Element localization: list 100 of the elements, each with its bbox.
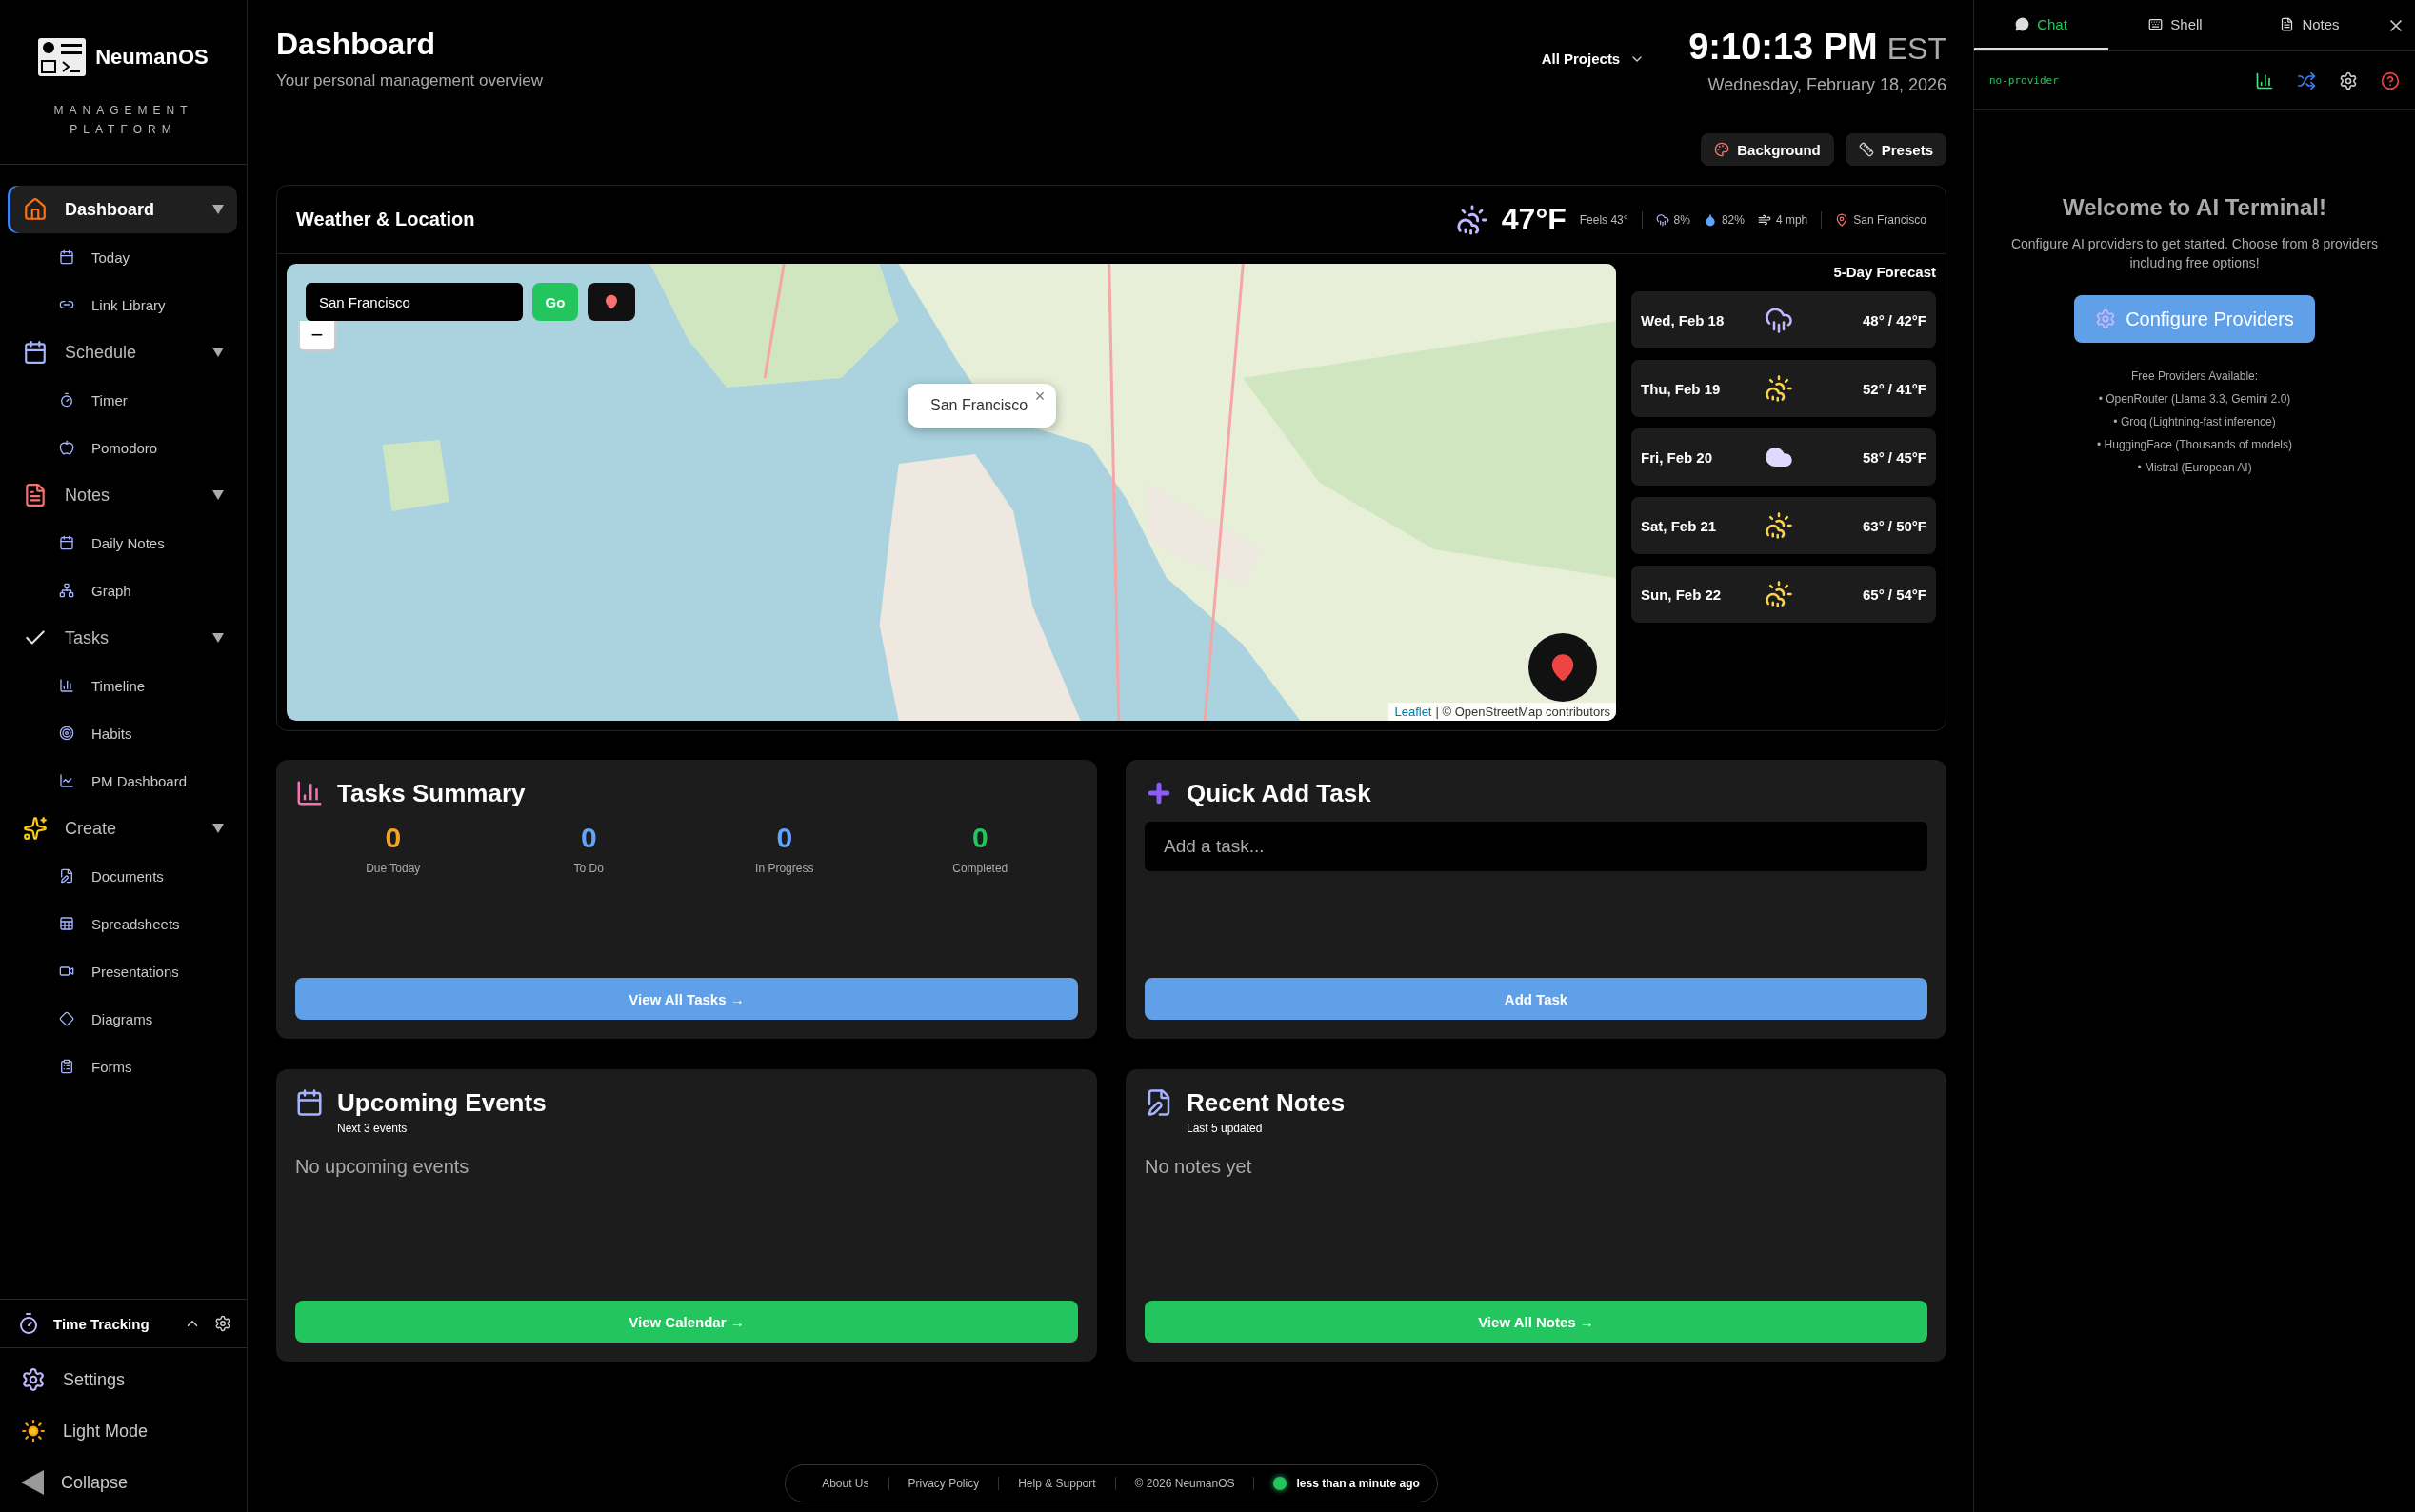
nav-subitem[interactable]: Documents bbox=[8, 852, 237, 900]
sun-rain-cloud-icon bbox=[1765, 374, 1793, 403]
feels-like: Feels 43° bbox=[1579, 212, 1628, 227]
forecast-title: 5-Day Forecast bbox=[1833, 264, 1936, 280]
sidebar-bottom-item[interactable]: Settings bbox=[0, 1354, 247, 1405]
document-icon bbox=[59, 868, 74, 884]
palette-icon bbox=[1714, 142, 1730, 157]
forecast-day: Sat, Feb 21 bbox=[1641, 517, 1765, 534]
nav-subitem[interactable]: Diagrams bbox=[8, 995, 237, 1043]
triangle-left-icon bbox=[21, 1470, 44, 1495]
location: San Francisco bbox=[1853, 212, 1926, 227]
calendar-icon bbox=[59, 249, 74, 265]
brand-subtitle: MANAGEMENT PLATFORM bbox=[52, 103, 194, 138]
stat-label: In Progress bbox=[755, 862, 814, 875]
background-button[interactable]: Background bbox=[1701, 133, 1834, 166]
caret-down-icon bbox=[212, 348, 224, 357]
keyboard-icon bbox=[2148, 16, 2164, 31]
forecast-temps: 48° / 42°F bbox=[1861, 311, 1926, 328]
ruler-icon bbox=[1858, 142, 1874, 157]
bar-chart-icon bbox=[295, 779, 324, 807]
provider-name: no-provider bbox=[1989, 74, 2060, 87]
provider-item: • Groq (Lightning-fast inference) bbox=[2113, 415, 2276, 428]
popup-close-button[interactable]: × bbox=[1028, 386, 1051, 408]
nav-item[interactable]: Tasks bbox=[8, 614, 237, 662]
panel-tab[interactable]: Shell bbox=[2108, 0, 2243, 50]
caret-down-icon bbox=[212, 205, 224, 214]
nav-subitem[interactable]: Forms bbox=[8, 1043, 237, 1090]
card-subtitle: Last 5 updated bbox=[1187, 1122, 1264, 1135]
forecast-day: Thu, Feb 19 bbox=[1641, 380, 1765, 397]
panel-tab[interactable]: Notes bbox=[2243, 0, 2377, 50]
page-subtitle: Your personal management overview bbox=[276, 71, 545, 90]
stat-value: 0 bbox=[580, 822, 597, 854]
footer-link[interactable]: Help & Support bbox=[999, 1477, 1116, 1490]
document-icon bbox=[23, 483, 48, 507]
stat-label: Completed bbox=[952, 862, 1008, 875]
stat-value: 0 bbox=[971, 822, 988, 854]
footer-link[interactable]: About Us bbox=[803, 1477, 889, 1490]
sun-rain-cloud-icon bbox=[1765, 580, 1793, 608]
nav-subitem[interactable]: Pomodoro bbox=[8, 424, 237, 471]
camera-icon bbox=[59, 964, 74, 979]
target-icon bbox=[59, 726, 74, 741]
spreadsheet-icon bbox=[59, 916, 74, 931]
card-subtitle: Next 3 events bbox=[337, 1122, 409, 1135]
sidebar-bottom-item[interactable]: Light Mode bbox=[0, 1405, 247, 1457]
stopwatch-icon bbox=[17, 1312, 40, 1335]
sparkles-icon bbox=[23, 816, 48, 841]
nav-subitem[interactable]: Link Library bbox=[8, 281, 237, 328]
clock-time: 9:10:13 PM EST bbox=[1688, 27, 1946, 68]
welcome-title: Welcome to AI Terminal! bbox=[2063, 194, 2326, 221]
nav-subitem[interactable]: Presentations bbox=[8, 947, 237, 995]
time-tracking-bar[interactable]: Time Tracking bbox=[0, 1299, 247, 1348]
calendar-icon bbox=[295, 1088, 324, 1117]
map-pin-icon bbox=[1835, 212, 1849, 227]
settings-icon bbox=[2339, 70, 2358, 90]
nav-subitem[interactable]: Daily Notes bbox=[8, 519, 237, 567]
zoom-out-button[interactable]: − bbox=[298, 321, 336, 351]
empty-message: No upcoming events bbox=[295, 1156, 470, 1178]
speech-bubble-icon bbox=[2015, 16, 2030, 31]
calendar-icon bbox=[59, 535, 74, 550]
nav-subitem[interactable]: Timer bbox=[8, 376, 237, 424]
nav-item[interactable]: Create bbox=[8, 805, 237, 852]
settings-icon bbox=[214, 1315, 231, 1332]
card-title: Tasks Summary bbox=[337, 779, 526, 808]
nav-subitem[interactable]: Timeline bbox=[8, 662, 237, 709]
stat-value: 0 bbox=[385, 822, 402, 854]
nav-subitem[interactable]: Habits bbox=[8, 709, 237, 757]
project-filter[interactable]: All Projects bbox=[1535, 50, 1651, 68]
map-pin-icon bbox=[604, 294, 619, 309]
precipitation: 8% bbox=[1673, 212, 1690, 227]
house-icon bbox=[23, 197, 48, 222]
nav-subitem[interactable]: Today bbox=[8, 233, 237, 281]
caret-down-icon bbox=[212, 490, 224, 500]
page-title: Dashboard bbox=[276, 27, 437, 62]
diamond-icon bbox=[59, 1011, 74, 1026]
help-icon bbox=[2381, 70, 2400, 90]
footer-link[interactable]: Privacy Policy bbox=[888, 1477, 1000, 1490]
location-search-field[interactable]: San Francisco bbox=[306, 283, 523, 321]
forecast-temps: 58° / 45°F bbox=[1861, 448, 1926, 466]
forecast-day: Wed, Feb 18 bbox=[1641, 311, 1765, 328]
panel-tab[interactable]: Chat bbox=[1974, 0, 2108, 50]
presets-button[interactable]: Presets bbox=[1845, 133, 1946, 166]
task-input-field[interactable]: Add a task... bbox=[1145, 822, 1927, 871]
provider-item: • HuggingFace (Thousands of models) bbox=[2097, 438, 2292, 451]
sidebar-bottom-item[interactable]: Collapse bbox=[0, 1457, 247, 1508]
nav-subitem[interactable]: Graph bbox=[8, 567, 237, 614]
caret-down-icon bbox=[212, 633, 224, 643]
nav-item[interactable]: Notes bbox=[8, 471, 237, 519]
nav-subitem[interactable]: Spreadsheets bbox=[8, 900, 237, 947]
nav-item[interactable]: Schedule bbox=[8, 328, 237, 376]
nav-item[interactable]: Dashboard bbox=[8, 186, 237, 233]
stat-value: 0 bbox=[776, 822, 793, 854]
pin-button[interactable] bbox=[588, 283, 635, 321]
current-temperature: 47°F bbox=[1501, 202, 1567, 237]
leaflet-link[interactable]: Leaflet bbox=[1394, 705, 1432, 719]
weather-title: Weather & Location bbox=[296, 209, 476, 230]
wind-speed: 4 mph bbox=[1775, 212, 1808, 227]
line-chart-icon bbox=[59, 773, 74, 788]
nav-subitem[interactable]: PM Dashboard bbox=[8, 757, 237, 805]
rain-cloud-icon bbox=[1655, 212, 1669, 227]
brand-name: NeumanOS bbox=[95, 45, 209, 70]
